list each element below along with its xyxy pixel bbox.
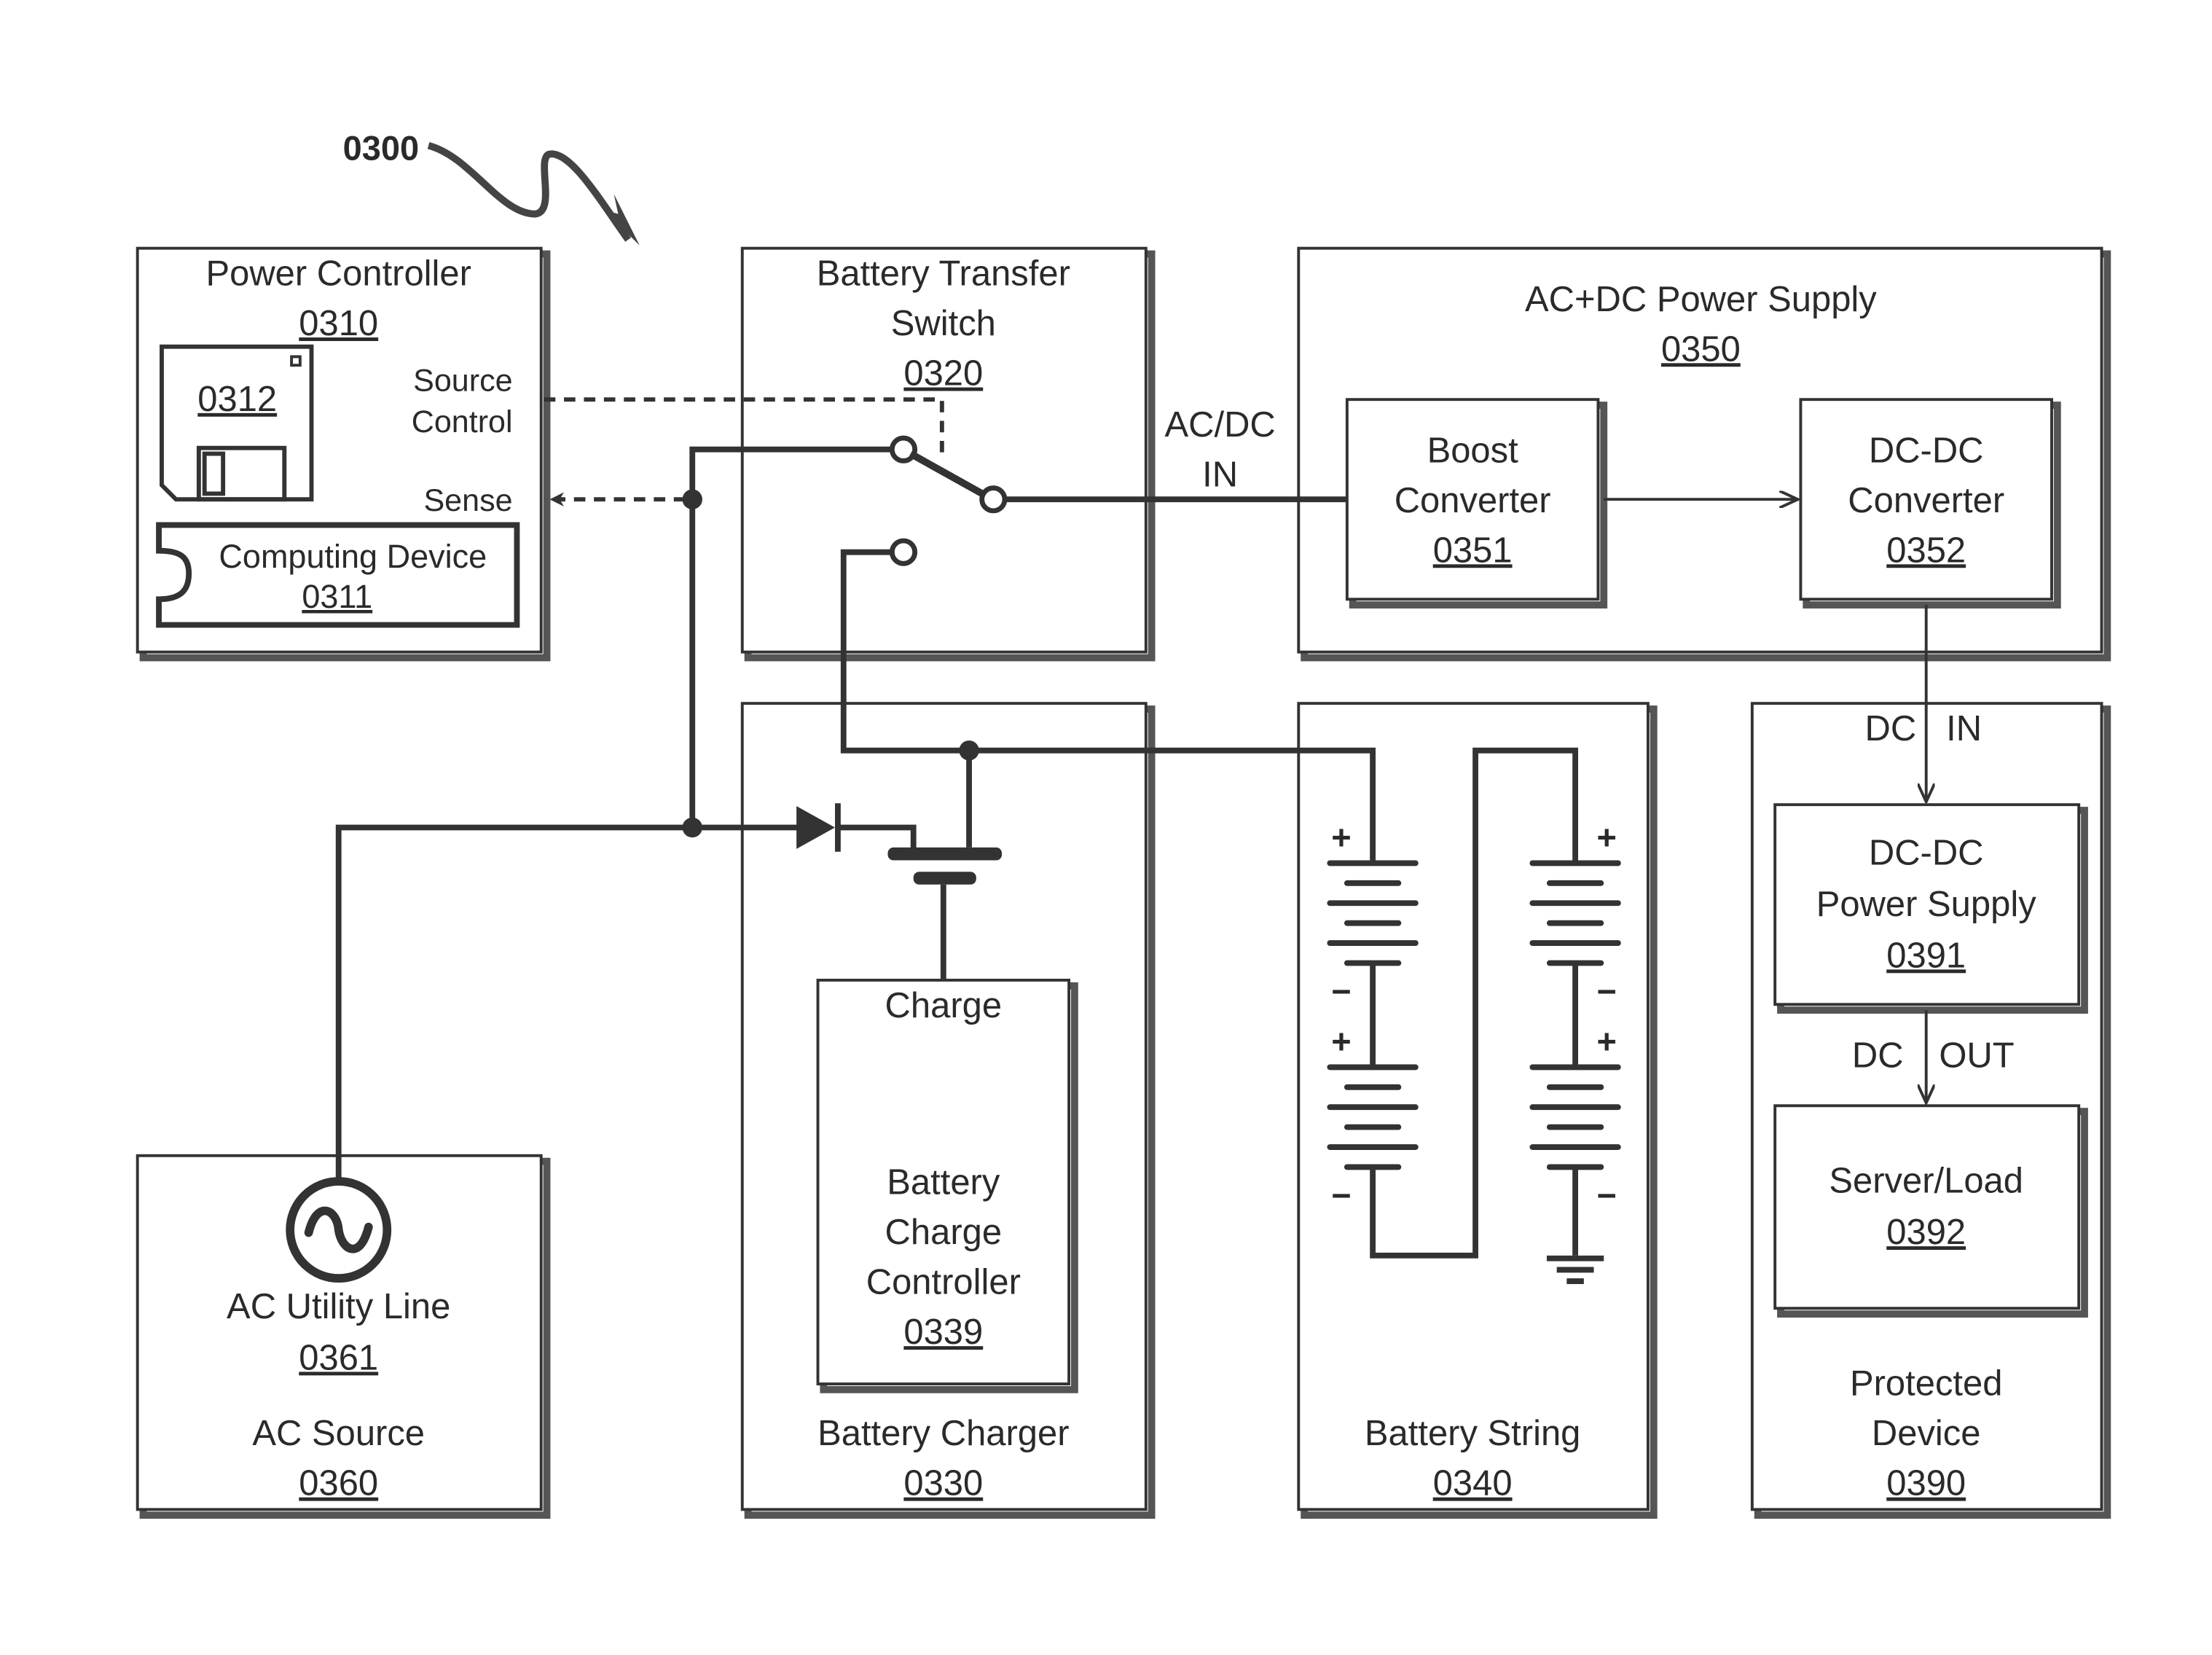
squiggle-arrowhead-icon xyxy=(603,194,640,246)
squiggle-arrow-icon xyxy=(427,141,632,242)
bts-title-line1: Battery Transfer xyxy=(817,254,1070,294)
bcc-line3: Controller xyxy=(866,1263,1021,1302)
bcc-line1: Battery xyxy=(887,1163,1000,1202)
boost-converter-ref: 0351 xyxy=(1433,531,1513,570)
power-controller-block: Power Controller 0310 0312 Source Contro… xyxy=(136,246,551,662)
figure-reference: 0300 xyxy=(343,128,640,246)
dc-in-label-b: IN xyxy=(1946,709,1982,748)
bcc-ref: 0339 xyxy=(903,1312,983,1352)
battery-plus-sign: + xyxy=(1331,1022,1351,1060)
battery-string-block: Battery String 0340 + − + − + − + − xyxy=(1297,702,1658,1519)
source-control-label-line2: Control xyxy=(412,404,513,439)
power-controller-ref: 0310 xyxy=(299,304,378,343)
dcdc-converter-line2: Converter xyxy=(1848,481,2004,520)
boost-converter-line1: Boost xyxy=(1427,431,1519,470)
protected-device-title-line1: Protected xyxy=(1850,1364,2002,1404)
ac-utility-line-label: AC Utility Line xyxy=(227,1287,450,1326)
battery-minus-sign: − xyxy=(1331,971,1351,1010)
charge-label: Charge xyxy=(885,986,1003,1025)
battery-charger-title: Battery Charger xyxy=(817,1414,1069,1453)
dcdc-converter-ref: 0352 xyxy=(1886,531,1966,570)
battery-plus-sign: + xyxy=(1596,1022,1616,1060)
junction-dot xyxy=(682,489,702,509)
junction-dot xyxy=(682,817,702,838)
ac-utility-line-ref: 0361 xyxy=(299,1338,378,1377)
battery-minus-sign: − xyxy=(1596,1175,1616,1214)
dcdc-converter-line1: DC-DC xyxy=(1869,431,1984,470)
computing-device-ref: 0311 xyxy=(302,578,372,615)
boost-converter-line2: Converter xyxy=(1395,481,1551,520)
ac-dc-in-label-line2: IN xyxy=(1202,455,1238,495)
server-load-ref: 0392 xyxy=(1886,1213,1966,1252)
dcdc-ps-line1: DC-DC xyxy=(1869,833,1984,872)
power-system-diagram: 0300 Power Controller 0310 0312 Source C… xyxy=(136,128,2111,1519)
dcdc-ps-ref: 0391 xyxy=(1886,936,1966,975)
dc-out-label-b: OUT xyxy=(1939,1036,2014,1075)
battery-string-title: Battery String xyxy=(1365,1414,1580,1453)
ac-sine-source-icon xyxy=(286,1177,392,1283)
storage-ref: 0312 xyxy=(197,380,277,419)
storage-floppy-icon xyxy=(160,344,314,502)
battery-string-ref: 0340 xyxy=(1433,1464,1513,1503)
dc-in-label-a: DC xyxy=(1865,709,1917,748)
battery-plus-sign: + xyxy=(1596,818,1616,856)
ac-source-title: AC Source xyxy=(252,1414,425,1453)
ac-source-ref: 0360 xyxy=(299,1464,378,1503)
computing-device-label: Computing Device xyxy=(219,538,487,575)
figure-ref-label: 0300 xyxy=(343,128,420,167)
battery-transfer-switch-block: Battery Transfer Switch 0320 xyxy=(740,246,1156,662)
protected-device-title-line2: Device xyxy=(1872,1414,1981,1453)
protected-device-block: DC IN DC-DC Power Supply 0391 DC OUT Ser… xyxy=(1750,605,2111,1519)
ac-dc-in-label-line1: AC/DC xyxy=(1164,405,1275,445)
bts-title-line2: Switch xyxy=(891,304,996,343)
acdc-ps-ref: 0350 xyxy=(1661,329,1741,369)
acdc-ps-title: AC+DC Power Supply xyxy=(1525,280,1877,319)
battery-plus-sign: + xyxy=(1331,818,1351,856)
protected-device-ref: 0390 xyxy=(1886,1464,1966,1503)
server-load-label: Server/Load xyxy=(1829,1162,2023,1201)
switch-terminal-battery xyxy=(889,538,918,566)
power-controller-title: Power Controller xyxy=(205,254,471,294)
junction-dot xyxy=(959,740,979,761)
dcdc-ps-line2: Power Supply xyxy=(1816,885,2036,924)
battery-charger-ref: 0330 xyxy=(903,1464,983,1503)
ac-line-wire xyxy=(335,824,800,1182)
ac-dc-power-supply-block: AC+DC Power Supply 0350 Boost Converter … xyxy=(1297,246,2111,662)
bcc-line2: Charge xyxy=(885,1213,1003,1252)
sense-label: Sense xyxy=(423,483,512,518)
battery-minus-sign: − xyxy=(1596,971,1616,1010)
source-control-label-line1: Source xyxy=(413,363,512,398)
bts-ref: 0320 xyxy=(903,354,983,394)
battery-minus-sign: − xyxy=(1331,1175,1351,1214)
ac-source-block: AC Utility Line 0361 AC Source 0360 xyxy=(136,1154,551,1519)
dc-out-label-a: DC xyxy=(1852,1036,1904,1075)
